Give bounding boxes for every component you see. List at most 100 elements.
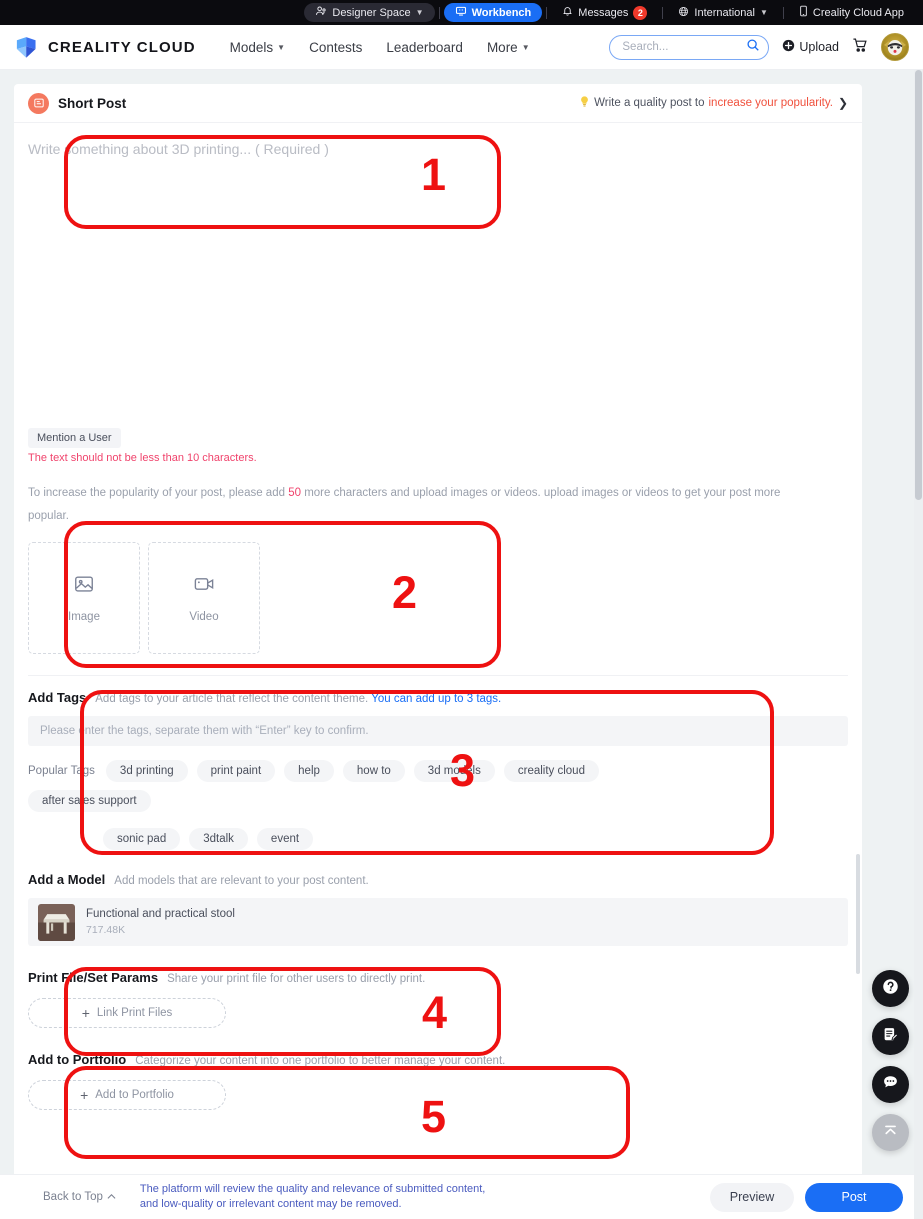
divider: [438, 6, 440, 19]
globe-icon: [678, 6, 689, 20]
creality-logo-icon: [14, 35, 39, 60]
footer-actions: Preview Post: [710, 1182, 903, 1212]
post-editor[interactable]: Write something about 3D printing... ( R…: [14, 123, 862, 428]
model-list-item[interactable]: Functional and practical stool 717.48K: [28, 898, 848, 946]
language-menu[interactable]: International ▼: [667, 6, 778, 20]
chat-icon: [881, 1073, 900, 1097]
nav-item-leaderboard[interactable]: Leaderboard: [386, 40, 463, 55]
tag-chip[interactable]: 3dtalk: [189, 828, 248, 850]
tag-chip[interactable]: event: [256, 828, 314, 850]
designer-space-icon: [315, 5, 327, 20]
designer-space-menu[interactable]: Designer Space ▼: [304, 3, 435, 22]
card-scrollbar-thumb[interactable]: [856, 854, 860, 974]
search-input[interactable]: [622, 41, 747, 53]
plus-icon: +: [80, 1087, 89, 1103]
brand-name: CREALITY CLOUD: [48, 38, 196, 56]
post-button[interactable]: Post: [805, 1182, 903, 1212]
main-navbar: CREALITY CLOUD Models ▼ Contests Leaderb…: [0, 25, 923, 70]
nav-right-cluster: Upload: [609, 33, 909, 61]
divider: [662, 6, 664, 19]
link-print-files-label: Link Print Files: [96, 1007, 173, 1019]
nav-item-models-label: Models: [229, 39, 274, 55]
popular-tags-label: Popular Tags: [28, 765, 95, 777]
back-to-top-link[interactable]: Back to Top: [43, 1191, 116, 1203]
chevron-down-icon: ▼: [759, 8, 768, 17]
upload-label: Upload: [799, 40, 839, 54]
page-scrollbar[interactable]: [914, 70, 923, 1219]
print-file-title: Print File/Set Params: [28, 970, 159, 985]
workbench-label: Workbench: [471, 6, 532, 19]
portfolio-header: Add to Portfolio Categorize your content…: [14, 1028, 862, 1067]
image-icon: [73, 573, 95, 600]
quality-post-hint[interactable]: Write a quality post to increase your po…: [579, 95, 848, 111]
brand-home-link[interactable]: CREALITY CLOUD: [14, 35, 196, 60]
workbench-icon: [455, 5, 467, 20]
editor-error-message: The text should not be less than 10 char…: [28, 452, 257, 464]
add-model-title: Add a Model: [28, 872, 106, 887]
upload-image-box[interactable]: Image: [28, 542, 140, 654]
print-file-desc: Share your print file for other users to…: [167, 973, 426, 985]
tag-chip[interactable]: 3d models: [413, 760, 495, 782]
search-box[interactable]: [609, 34, 770, 60]
tag-chip[interactable]: 3d printing: [105, 760, 188, 782]
cart-icon[interactable]: [852, 37, 868, 58]
page-body: Short Post Write a quality post to incre…: [0, 70, 923, 1219]
avatar[interactable]: [881, 33, 909, 61]
app-link[interactable]: Creality Cloud App: [788, 5, 915, 20]
add-tags-header: Add Tags Add tags to your article that r…: [14, 676, 862, 705]
quality-hint-prefix: Write a quality post to: [594, 97, 705, 109]
add-tags-desc: Add tags to your article that reflect th…: [95, 693, 501, 705]
help-button[interactable]: [872, 970, 909, 1007]
add-model-desc: Add models that are relevant to your pos…: [114, 875, 369, 887]
search-icon[interactable]: [746, 38, 760, 57]
post-editor-placeholder: Write something about 3D printing... ( R…: [28, 141, 329, 157]
add-to-portfolio-button[interactable]: + Add to Portfolio: [28, 1080, 226, 1110]
page-scrollbar-thumb[interactable]: [915, 70, 922, 500]
link-print-files-button[interactable]: + Link Print Files: [28, 998, 226, 1028]
scroll-top-icon: [882, 1122, 899, 1144]
tag-chip[interactable]: sonic pad: [103, 828, 181, 850]
top-utility-items: Designer Space ▼ Workbench Messages 2 In…: [304, 3, 915, 22]
media-upload-row: Image Video: [14, 528, 862, 654]
model-item-name: Functional and practical stool: [86, 908, 235, 920]
nav-item-models[interactable]: Models ▼: [230, 40, 285, 55]
add-tags-limit-link[interactable]: You can add up to 3 tags.: [371, 693, 501, 705]
scroll-to-top-button[interactable]: [872, 1114, 909, 1151]
nav-item-contests[interactable]: Contests: [309, 40, 362, 55]
tag-chip[interactable]: help: [284, 760, 334, 782]
add-tags-desc-text: Add tags to your article that reflect th…: [95, 693, 369, 705]
mention-row: Mention a User: [14, 428, 862, 448]
chat-button[interactable]: [872, 1066, 909, 1103]
workbench-button[interactable]: Workbench: [443, 3, 543, 22]
divider: [782, 6, 784, 19]
tag-input[interactable]: Please enter the tags, separate them wit…: [28, 716, 848, 746]
upload-video-box[interactable]: Video: [148, 542, 260, 654]
messages-label: Messages: [578, 6, 629, 19]
add-to-portfolio-label: Add to Portfolio: [95, 1089, 174, 1101]
chevron-up-icon: [107, 1191, 116, 1203]
popularity-hint-pre: To increase the popularity of your post,…: [28, 487, 285, 499]
messages-button[interactable]: Messages 2: [551, 5, 658, 20]
upload-video-label: Video: [189, 611, 219, 623]
footer-bar: Back to Top The platform will review the…: [0, 1174, 923, 1219]
model-thumbnail: [38, 903, 75, 941]
footer-note-line1: The platform will review the quality and…: [139, 1183, 486, 1195]
top-utility-bar: Designer Space ▼ Workbench Messages 2 In…: [0, 0, 923, 25]
increase-popularity-link[interactable]: increase your popularity.: [709, 97, 833, 109]
short-post-icon: [28, 92, 49, 114]
plus-icon: +: [81, 1005, 90, 1021]
tag-chip[interactable]: after sales support: [28, 790, 151, 812]
chevron-down-icon: ▼: [277, 42, 286, 52]
print-file-header: Print File/Set Params Share your print f…: [14, 946, 862, 985]
tag-chip[interactable]: print paint: [196, 760, 276, 782]
feedback-button[interactable]: [872, 1018, 909, 1055]
mobile-icon: [799, 5, 808, 20]
nav-item-more[interactable]: More ▼: [487, 40, 530, 55]
tag-chip[interactable]: creality cloud: [503, 760, 599, 782]
preview-button[interactable]: Preview: [710, 1182, 794, 1212]
nav-links: Models ▼ Contests Leaderboard More ▼: [230, 40, 530, 55]
upload-button[interactable]: Upload: [782, 39, 839, 55]
divider: [546, 6, 548, 19]
mention-a-user-button[interactable]: Mention a User: [28, 428, 121, 448]
tag-chip[interactable]: how to: [342, 760, 405, 782]
